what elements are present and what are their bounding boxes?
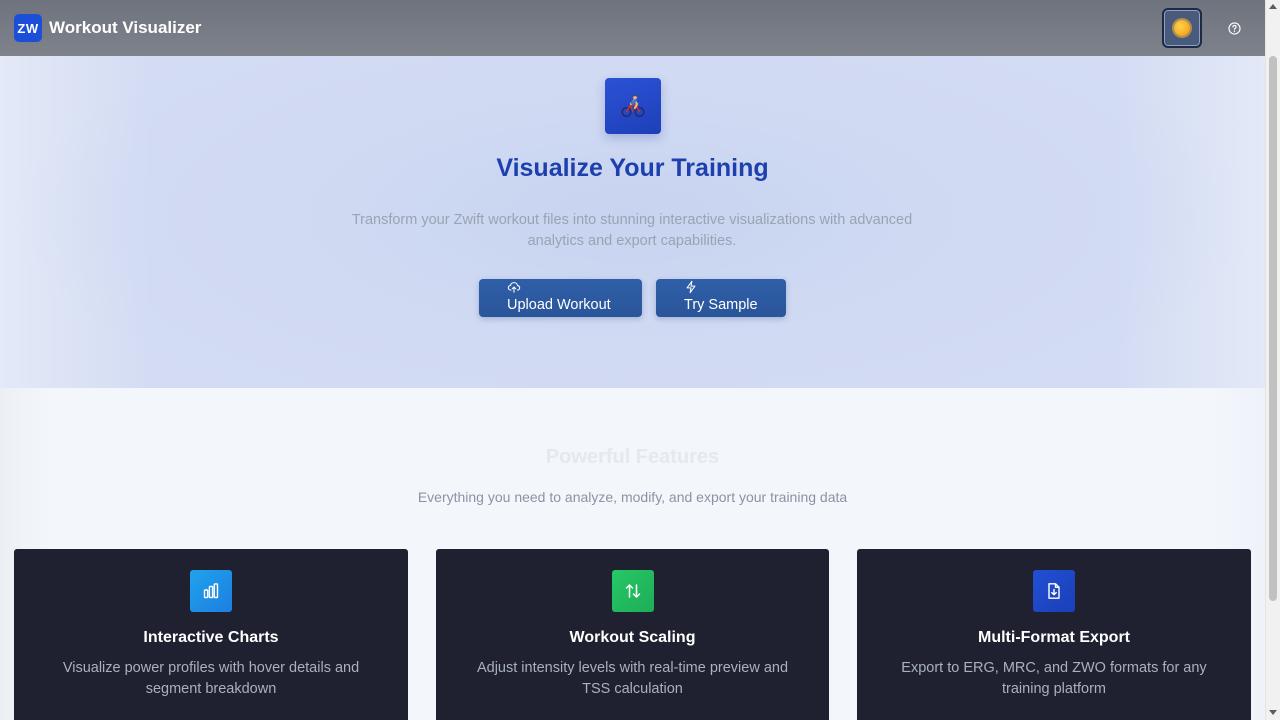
feature-description: Visualize power profiles with hover deta… [62, 660, 360, 697]
scroll-up-arrow-icon[interactable] [1269, 4, 1277, 9]
header-actions [1162, 8, 1245, 48]
help-button[interactable] [1223, 17, 1245, 39]
feature-description: Export to ERG, MRC, and ZWO formats for … [901, 660, 1207, 697]
feature-card-interactive-charts: Interactive Charts Visualize power profi… [14, 549, 408, 720]
page-scrollbar[interactable] [1265, 0, 1280, 720]
arrows-up-down-icon [625, 584, 640, 598]
brand-logo: ZW [14, 14, 42, 42]
features-title: Powerful Features [545, 446, 720, 468]
feature-card-multi-format-export: Multi-Format Export Export to ERG, MRC, … [857, 549, 1251, 720]
hero-title: Visualize Your Training [496, 154, 769, 182]
brand[interactable]: ZW Workout Visualizer [14, 14, 201, 42]
app-title: Workout Visualizer [49, 18, 202, 37]
cyclist-icon [621, 94, 645, 118]
upload-workout-button[interactable]: Upload Workout [479, 279, 642, 317]
scrollbar-thumb[interactable] [1269, 56, 1277, 601]
feature-icon-box [190, 570, 232, 612]
try-sample-label: Try Sample [684, 297, 758, 313]
feature-icon-box [1033, 570, 1075, 612]
feature-icon-box [611, 570, 654, 612]
upload-workout-label: Upload Workout [507, 297, 611, 313]
file-download-icon [1048, 583, 1060, 599]
sun-icon [1174, 20, 1190, 36]
feature-title: Multi-Format Export [978, 629, 1130, 646]
feature-description: Adjust intensity levels with real-time p… [476, 660, 789, 697]
hero-actions: Upload Workout Try Sample [479, 279, 786, 317]
features-section: Powerful Features Everything you need to… [0, 388, 1265, 720]
lightning-icon [686, 280, 696, 294]
hero-subtitle: Transform your Zwift workout files into … [351, 212, 913, 249]
try-sample-button[interactable]: Try Sample [656, 279, 786, 317]
app-root: ZW Workout Visualizer Visualize Your Tra… [0, 0, 1280, 720]
feature-title: Workout Scaling [569, 629, 696, 646]
features-subtitle: Everything you need to analyze, modify, … [417, 489, 848, 505]
hero-section: Visualize Your Training Transform your Z… [0, 56, 1265, 388]
bar-chart-icon [203, 583, 219, 599]
help-circle-icon [1227, 21, 1241, 35]
feature-title: Interactive Charts [143, 629, 279, 646]
top-header: ZW Workout Visualizer [0, 0, 1265, 56]
feature-card-workout-scaling: Workout Scaling Adjust intensity levels … [436, 549, 829, 720]
scroll-down-arrow-icon[interactable] [1269, 710, 1277, 715]
upload-cloud-icon [507, 282, 521, 293]
hero-logo [605, 78, 661, 134]
theme-toggle-button[interactable] [1162, 8, 1202, 48]
